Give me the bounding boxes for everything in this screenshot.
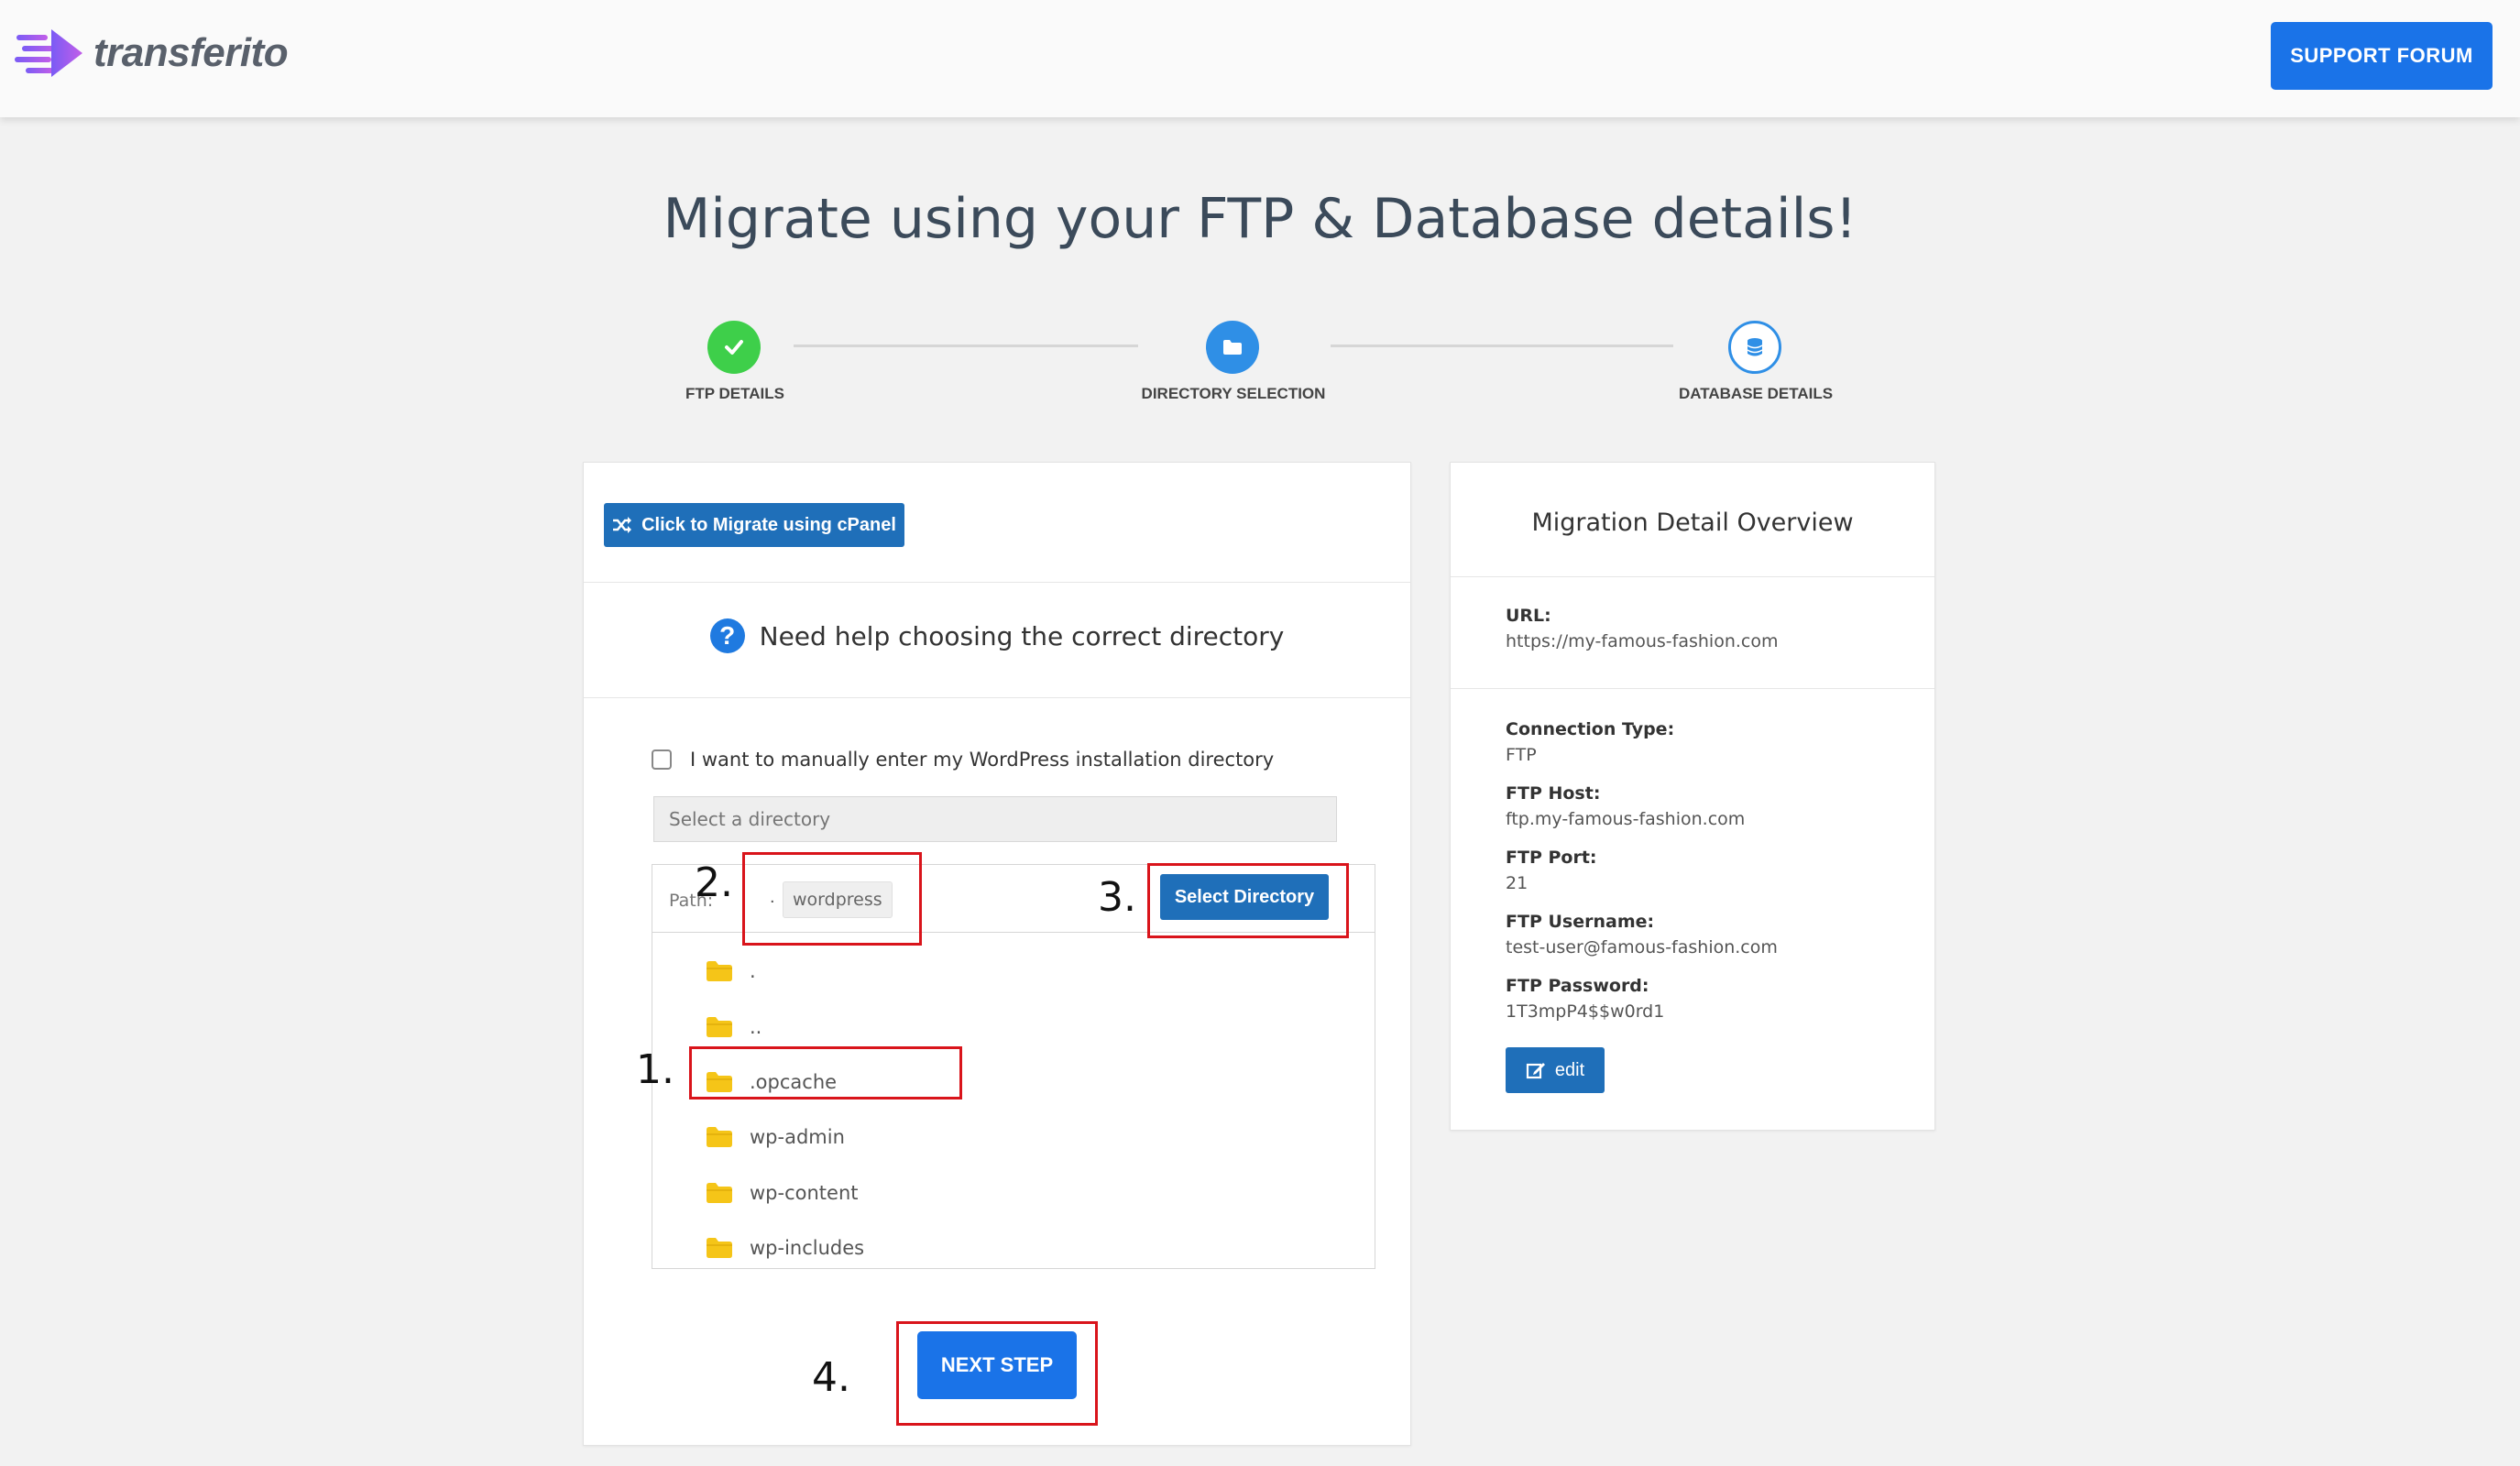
folder-icon — [707, 961, 732, 981]
folder-icon — [707, 1017, 732, 1037]
shuffle-icon — [613, 517, 632, 533]
edit-icon — [1526, 1063, 1545, 1079]
ftp-username-value: test-user@famous-fashion.com — [1506, 937, 1778, 957]
check-icon — [725, 340, 743, 355]
ftp-username-label: FTP Username: — [1506, 912, 1655, 932]
overview-title: Migration Detail Overview — [1531, 509, 1854, 537]
annotation-box-next-step — [896, 1321, 1098, 1426]
folder-item[interactable]: wp-includes — [706, 1230, 864, 1266]
connection-type-value: FTP — [1506, 745, 1537, 765]
annotation-box-opcache — [689, 1046, 962, 1100]
folder-icon — [1223, 340, 1242, 355]
folder-item[interactable]: wp-admin — [706, 1119, 845, 1155]
annotation-box-select-directory — [1147, 863, 1349, 938]
folder-icon — [707, 1127, 732, 1147]
step-connector — [1331, 345, 1673, 347]
migrate-cpanel-button[interactable]: Click to Migrate using cPanel — [604, 503, 904, 547]
logo-arrow-icon — [15, 29, 82, 77]
manual-directory-checkbox[interactable] — [652, 749, 672, 770]
step-label: DIRECTORY SELECTION — [1141, 385, 1326, 402]
folder-name: wp-includes — [750, 1237, 865, 1259]
database-icon — [1747, 338, 1763, 356]
cpanel-button-label: Click to Migrate using cPanel — [641, 514, 896, 535]
logo[interactable]: transferito — [15, 24, 289, 82]
annotation-number-2: 2. — [695, 859, 733, 906]
step-directory-selection[interactable] — [1206, 321, 1259, 374]
edit-details-button[interactable]: edit — [1506, 1047, 1605, 1093]
connection-type-label: Connection Type: — [1506, 719, 1675, 739]
migration-overview-card: Migration Detail Overview URL: https://m… — [1450, 462, 1935, 1131]
step-label: DATABASE DETAILS — [1678, 385, 1834, 402]
help-text: Need help choosing the correct directory — [759, 620, 1285, 651]
step-connector — [794, 345, 1138, 347]
edit-button-label: edit — [1554, 1059, 1585, 1080]
folder-item[interactable]: .. — [706, 1009, 761, 1045]
directory-input[interactable] — [653, 796, 1337, 842]
card-divider — [584, 582, 1410, 583]
ftp-port-label: FTP Port: — [1506, 848, 1597, 868]
manual-directory-label[interactable]: I want to manually enter my WordPress in… — [690, 749, 1274, 771]
directory-help-link[interactable]: ? Need help choosing the correct directo… — [584, 618, 1410, 653]
folder-item[interactable]: wp-content — [706, 1175, 858, 1211]
support-forum-button[interactable]: SUPPORT FORUM — [2271, 22, 2493, 90]
page-title: Migrate using your FTP & Database detail… — [663, 187, 1857, 251]
card-divider — [584, 697, 1410, 698]
ftp-host-label: FTP Host: — [1506, 783, 1601, 804]
ftp-host-value: ftp.my-famous-fashion.com — [1506, 809, 1746, 829]
ftp-password-label: FTP Password: — [1506, 976, 1649, 996]
directory-selection-card: Click to Migrate using cPanel ? Need hel… — [583, 462, 1411, 1446]
folder-name: . — [750, 960, 756, 982]
folder-item[interactable]: . — [706, 953, 756, 990]
step-label: FTP DETAILS — [685, 385, 784, 402]
folder-name: wp-admin — [750, 1126, 845, 1148]
folder-icon — [707, 1183, 732, 1203]
folder-name: .. — [750, 1016, 762, 1038]
top-header: transferito SUPPORT FORUM — [0, 0, 2520, 117]
url-value: https://my-famous-fashion.com — [1506, 631, 1779, 651]
annotation-number-3: 3. — [1098, 874, 1136, 921]
folder-icon — [707, 1238, 732, 1258]
logo-text: transferito — [93, 30, 289, 75]
step-ftp-details[interactable] — [707, 321, 761, 374]
annotation-box-path — [742, 852, 922, 946]
folder-name: wp-content — [750, 1182, 859, 1204]
ftp-port-value: 21 — [1506, 873, 1528, 893]
annotation-number-4: 4. — [812, 1354, 850, 1401]
question-icon: ? — [709, 618, 745, 653]
ftp-password-value: 1T3mpP4$$w0rd1 — [1506, 1001, 1665, 1022]
annotation-number-1: 1. — [636, 1046, 674, 1093]
card-divider — [1451, 576, 1934, 577]
step-database-details[interactable] — [1728, 321, 1781, 374]
card-divider — [1451, 688, 1934, 689]
url-label: URL: — [1506, 606, 1551, 626]
